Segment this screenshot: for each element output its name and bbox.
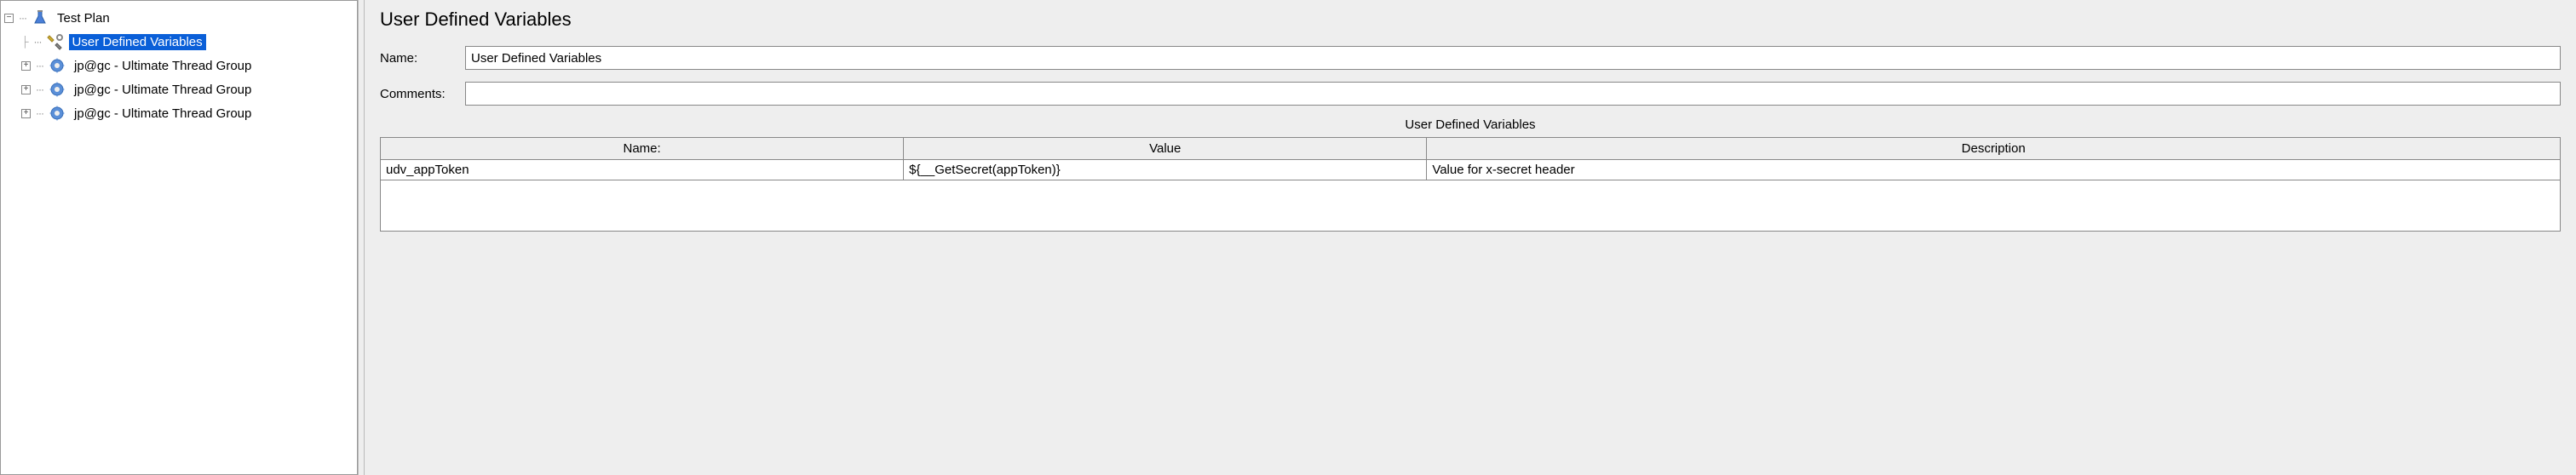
cell-description[interactable]: Value for x-secret header xyxy=(1427,160,2561,180)
tree-item-thread-group-1[interactable]: + ··· jp@gc - Ultimate Thread Group xyxy=(21,54,354,77)
name-label: Name: xyxy=(380,51,465,66)
comments-label: Comments: xyxy=(380,87,465,101)
gear-icon xyxy=(47,103,67,123)
table-empty-area[interactable] xyxy=(380,180,2561,232)
table-row[interactable]: udv_appToken ${__GetSecret(appToken)} Va… xyxy=(381,160,2561,180)
tree-connector: ··· xyxy=(36,60,43,72)
tree-connector: ··· xyxy=(36,83,43,95)
page-title: User Defined Variables xyxy=(380,9,2561,31)
tree-panel: − ··· Test Plan ├ ··· User Defined Varia… xyxy=(0,0,358,475)
tree-item-label[interactable]: jp@gc - Ultimate Thread Group xyxy=(71,82,255,98)
variables-table-section: User Defined Variables Name: Value Descr… xyxy=(380,117,2561,232)
comments-row: Comments: xyxy=(380,82,2561,106)
tree-item-label[interactable]: jp@gc - Ultimate Thread Group xyxy=(71,58,255,74)
main-panel: User Defined Variables Name: Comments: U… xyxy=(365,0,2576,475)
name-input[interactable] xyxy=(465,46,2561,70)
minus-icon[interactable]: − xyxy=(4,14,14,23)
tree-item-thread-group-2[interactable]: + ··· jp@gc - Ultimate Thread Group xyxy=(21,77,354,101)
tree-item-thread-group-3[interactable]: + ··· jp@gc - Ultimate Thread Group xyxy=(21,101,354,125)
tree-item-label[interactable]: jp@gc - Ultimate Thread Group xyxy=(71,106,255,122)
tree-connector: ├ xyxy=(21,36,29,48)
tree-root-test-plan[interactable]: − ··· Test Plan xyxy=(4,6,354,30)
plus-icon[interactable]: + xyxy=(21,109,31,118)
column-header-value[interactable]: Value xyxy=(904,138,1427,160)
gear-icon xyxy=(47,55,67,76)
gear-icon xyxy=(47,79,67,100)
tree-root-label[interactable]: Test Plan xyxy=(54,10,113,26)
flask-icon xyxy=(30,8,50,28)
split-divider[interactable] xyxy=(358,0,365,475)
cell-value[interactable]: ${__GetSecret(appToken)} xyxy=(904,160,1427,180)
tree-connector: ··· xyxy=(36,107,43,119)
comments-input[interactable] xyxy=(465,82,2561,106)
column-header-name[interactable]: Name: xyxy=(381,138,904,160)
name-row: Name: xyxy=(380,46,2561,70)
plus-icon[interactable]: + xyxy=(21,61,31,71)
variables-table: Name: Value Description udv_appToken ${_… xyxy=(380,137,2561,180)
column-header-description[interactable]: Description xyxy=(1427,138,2561,160)
plus-icon[interactable]: + xyxy=(21,85,31,94)
tree-connector: ··· xyxy=(19,12,26,24)
cell-name[interactable]: udv_appToken xyxy=(381,160,904,180)
wrench-icon xyxy=(45,31,66,52)
tree-item-label[interactable]: User Defined Variables xyxy=(69,34,206,50)
tree-connector: ··· xyxy=(34,36,42,48)
table-title: User Defined Variables xyxy=(380,117,2561,132)
tree-item-user-defined-variables[interactable]: ├ ··· User Defined Variables xyxy=(21,30,354,54)
